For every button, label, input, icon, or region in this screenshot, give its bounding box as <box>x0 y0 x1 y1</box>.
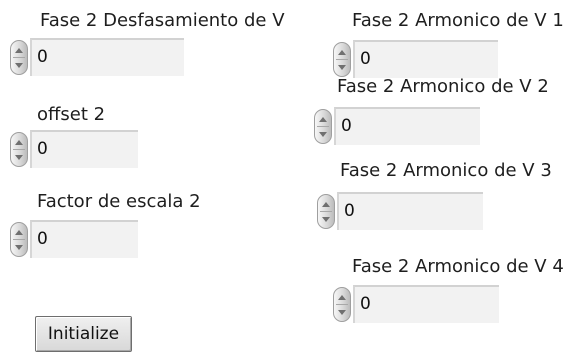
decrement-arrow-icon[interactable] <box>11 57 27 73</box>
factor-escala-input[interactable]: 0 <box>30 220 138 258</box>
armonico-4-spinner[interactable] <box>333 287 351 322</box>
increment-arrow-icon[interactable] <box>11 224 27 240</box>
factor-escala-label: Factor de escala 2 <box>37 191 201 212</box>
fase-desfasamiento-spinner[interactable] <box>10 40 28 75</box>
decrement-arrow-icon[interactable] <box>11 149 27 165</box>
armonico-4-label: Fase 2 Armonico de V 4 <box>352 256 564 277</box>
factor-escala-control: 0 <box>10 220 138 260</box>
increment-arrow-icon[interactable] <box>318 196 334 212</box>
armonico-3-label: Fase 2 Armonico de V 3 <box>340 160 552 181</box>
fase-desfasamiento-input[interactable]: 0 <box>30 38 184 76</box>
armonico-1-label: Fase 2 Armonico de V 1 <box>352 10 564 31</box>
armonico-3-input[interactable]: 0 <box>337 192 483 230</box>
increment-arrow-icon[interactable] <box>11 134 27 150</box>
armonico-4-control: 0 <box>333 285 499 325</box>
fase-desfasamiento-control: 0 <box>10 38 184 78</box>
increment-arrow-icon[interactable] <box>334 289 350 305</box>
fase-desfasamiento-label: Fase 2 Desfasamiento de V <box>40 10 285 31</box>
armonico-1-control: 0 <box>333 40 498 80</box>
armonico-3-spinner[interactable] <box>317 194 335 229</box>
armonico-2-spinner[interactable] <box>314 109 332 144</box>
decrement-arrow-icon[interactable] <box>318 211 334 227</box>
offset-input[interactable]: 0 <box>30 130 138 168</box>
increment-arrow-icon[interactable] <box>11 42 27 58</box>
armonico-4-input[interactable]: 0 <box>353 285 499 323</box>
armonico-3-control: 0 <box>317 192 483 232</box>
increment-arrow-icon[interactable] <box>334 44 350 60</box>
increment-arrow-icon[interactable] <box>315 111 331 127</box>
offset-label: offset 2 <box>37 104 106 125</box>
armonico-2-label: Fase 2 Armonico de V 2 <box>337 76 549 97</box>
decrement-arrow-icon[interactable] <box>315 126 331 142</box>
decrement-arrow-icon[interactable] <box>334 304 350 320</box>
offset-spinner[interactable] <box>10 132 28 167</box>
armonico-2-control: 0 <box>314 107 480 147</box>
decrement-arrow-icon[interactable] <box>11 239 27 255</box>
armonico-1-input[interactable]: 0 <box>353 40 498 78</box>
initialize-button[interactable]: Initialize <box>35 316 132 352</box>
decrement-arrow-icon[interactable] <box>334 59 350 75</box>
offset-control: 0 <box>10 130 138 170</box>
armonico-2-input[interactable]: 0 <box>334 107 480 145</box>
armonico-1-spinner[interactable] <box>333 42 351 77</box>
factor-escala-spinner[interactable] <box>10 222 28 257</box>
